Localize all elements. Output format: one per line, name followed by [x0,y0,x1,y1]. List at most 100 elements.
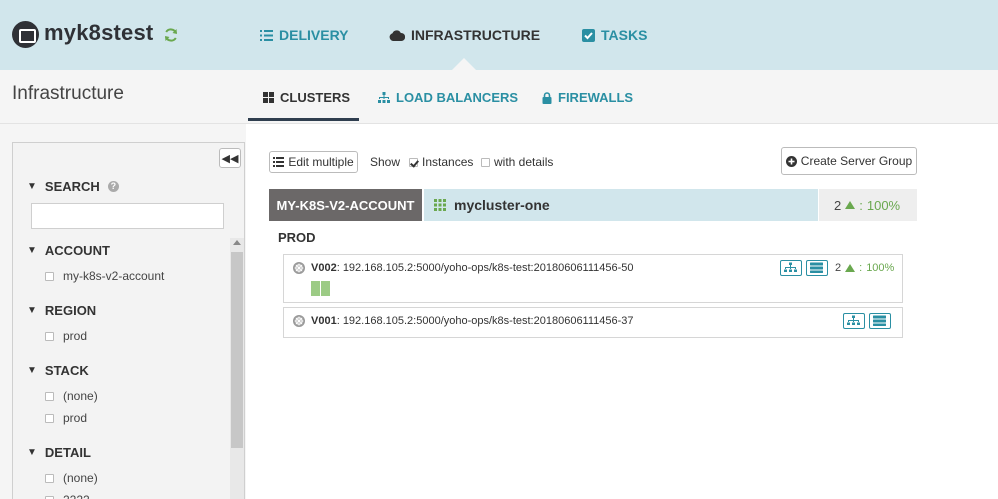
collapse-sidebar-button[interactable]: ◀◀ [219,148,241,168]
nav-infrastructure-label: INFRASTRUCTURE [411,27,541,43]
server-group-health: 2 : 100% [835,262,895,274]
top-header: myk8stest DELIVERY INFRASTRUCTURE TASKS [0,0,998,70]
server-group-row[interactable]: V002: 192.168.105.2:5000/yoho-ops/k8s-te… [283,254,903,303]
filter-search-label: SEARCH [44,179,100,194]
server-stack-icon[interactable] [869,313,891,329]
instance-healthy[interactable] [311,281,320,296]
app-name[interactable]: myk8stest [44,20,153,46]
nav-infrastructure[interactable]: INFRASTRUCTURE [389,27,540,43]
chevron-down-icon: ▼ [27,181,37,192]
chevron-down-icon: ▼ [27,365,37,376]
cloud-icon [389,29,405,41]
scroll-up-arrow-icon[interactable] [233,240,241,245]
with-details-checkbox[interactable] [481,157,490,167]
scrollbar-thumb[interactable] [231,252,243,448]
filter-option-detail-none[interactable]: (none) [45,471,98,485]
server-group-row[interactable]: V001: 192.168.105.2:5000/yoho-ops/k8s-te… [283,307,903,338]
sub-header: Infrastructure CLUSTERS LOAD BALANCERS F… [0,70,998,124]
filter-detail-header[interactable]: ▼ DETAIL [27,445,91,460]
detail-none-checkbox[interactable] [45,473,54,483]
create-server-group-button[interactable]: Create Server Group [781,147,917,175]
filter-search-header[interactable]: ▼ SEARCH ? [27,179,119,194]
server-group-image: : 192.168.105.2:5000/yoho-ops/k8s-test:2… [336,315,634,327]
chevron-down-icon: ▼ [27,245,37,256]
instances-checkbox[interactable] [409,157,418,167]
filter-stack-header[interactable]: ▼ STACK [27,363,89,378]
nav-delivery-label: DELIVERY [279,27,349,43]
tab-load-balancers-label: LOAD BALANCERS [396,90,519,105]
instance-healthy[interactable] [321,281,330,296]
instances-label: Instances [422,155,474,169]
filter-option-account[interactable]: my-k8s-v2-account [45,269,164,283]
detail-2222-checkbox[interactable] [45,495,54,499]
server-group-title: V002: 192.168.105.2:5000/yoho-ops/k8s-te… [293,262,634,274]
server-group-version: V001 [311,315,337,327]
cluster-health-percent: 100% [866,197,901,213]
account-tag: MY-K8S-V2-ACCOUNT [269,189,422,221]
search-input[interactable] [31,203,224,229]
sitemap-icon [378,92,390,103]
kubernetes-icon [293,262,305,274]
server-group-version: V002 [311,262,337,274]
filter-account-label: ACCOUNT [44,243,110,258]
refresh-icon[interactable] [163,27,179,43]
show-label: Show [370,155,401,169]
healthy-up-icon [845,264,856,272]
tab-firewalls-label: FIREWALLS [558,90,634,105]
chevron-down-icon: ▼ [27,305,37,316]
filter-option-stack-prod[interactable]: prod [45,411,87,425]
help-icon[interactable]: ? [107,181,119,192]
filter-option-label: (none) [63,471,98,485]
filter-option-label: (none) [63,389,98,403]
with-details-label: with details [494,155,554,169]
stack-prod-checkbox[interactable] [45,413,54,423]
app-logo-icon [12,21,39,48]
load-balancer-icon[interactable] [780,260,802,276]
filter-option-label: 2222 [63,493,90,499]
region-checkbox[interactable] [45,331,54,341]
with-details-toggle[interactable]: with details [481,155,553,169]
list-icon [260,29,273,41]
page-title: Infrastructure [12,83,124,104]
account-checkbox[interactable] [45,271,54,281]
stack-none-checkbox[interactable] [45,391,54,401]
filter-region-header[interactable]: ▼ REGION [27,303,96,318]
cluster-name: mycluster-one [454,197,550,213]
chevron-down-icon: ▼ [27,447,37,458]
filter-option-region[interactable]: prod [45,329,87,343]
list-icon [273,157,285,167]
cluster-grid-icon [434,199,446,211]
nav-tasks-label: TASKS [601,27,648,43]
create-server-group-label: Create Server Group [800,154,913,168]
filter-stack-label: STACK [44,363,89,378]
instances-toggle[interactable]: Instances [409,155,473,169]
kubernetes-icon [293,315,305,327]
server-stack-icon[interactable] [806,260,828,276]
filter-region-label: REGION [44,303,97,318]
filter-option-detail-2222[interactable]: 2222 [45,493,90,499]
nav-tasks[interactable]: TASKS [582,27,647,43]
grid-icon [263,92,274,103]
filter-account-header[interactable]: ▼ ACCOUNT [27,243,110,258]
double-chevron-left-icon: ◀◀ [221,152,239,165]
filter-option-stack-none[interactable]: (none) [45,389,98,403]
edit-multiple-button[interactable]: Edit multiple [269,151,358,173]
region-label: PROD [278,230,316,245]
active-nav-caret [452,58,476,70]
load-balancer-icon[interactable] [843,313,865,329]
tab-firewalls[interactable]: FIREWALLS [542,90,633,105]
nav-delivery[interactable]: DELIVERY [260,27,349,43]
checkbox-icon [582,28,595,42]
filter-option-label: prod [63,411,88,425]
sidebar-scrollbar[interactable] [230,238,244,499]
active-tab-indicator [248,118,359,121]
cluster-health: 2 : 100% [819,189,917,221]
cluster-header[interactable]: mycluster-one [424,189,818,221]
filter-option-label: prod [63,329,88,343]
server-group-health-count: 2 [835,262,842,274]
filter-detail-label: DETAIL [44,445,91,460]
tab-clusters[interactable]: CLUSTERS [263,90,350,105]
healthy-up-icon [845,201,856,209]
tab-load-balancers[interactable]: LOAD BALANCERS [378,90,518,105]
plus-circle-icon [785,155,797,167]
